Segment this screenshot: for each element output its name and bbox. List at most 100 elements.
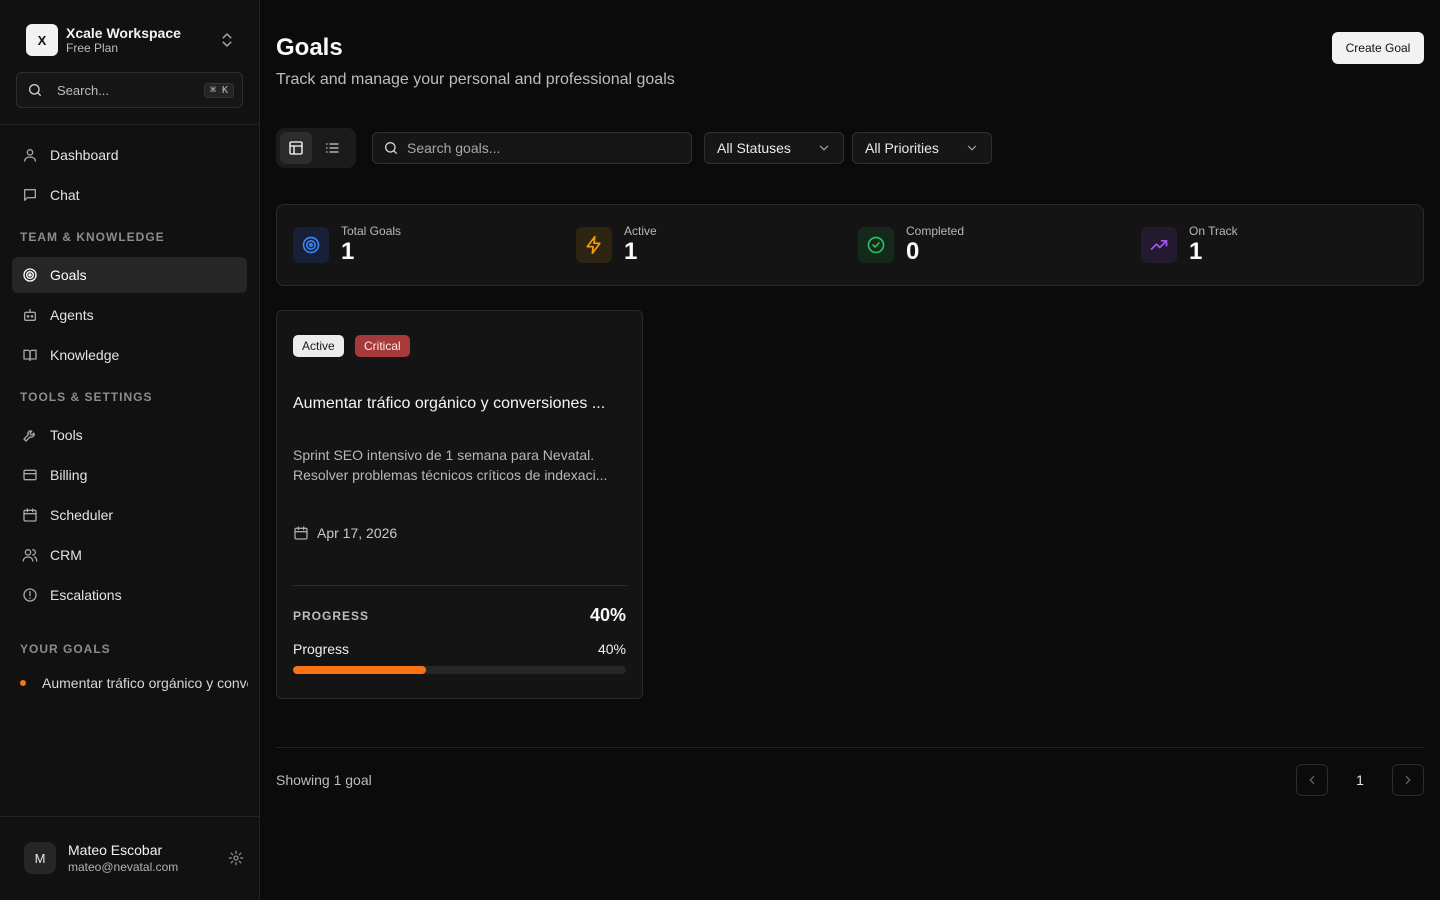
goal-card[interactable]: Active Critical Aumentar tráfico orgánic… (276, 310, 643, 699)
chevron-left-icon (1305, 773, 1319, 787)
priority-filter-value: All Priorities (865, 140, 939, 156)
grid-view-button[interactable] (280, 132, 312, 164)
stat-text: On Track 1 (1189, 224, 1238, 266)
stat-value: 0 (906, 238, 920, 265)
sidebar-search[interactable]: Search... ⌘ K (16, 72, 243, 108)
user-name: Mateo Escobar (68, 842, 163, 858)
chevron-right-icon (1401, 773, 1415, 787)
sidebar-item-label: Knowledge (50, 347, 120, 363)
stat-text: Completed 0 (906, 224, 964, 266)
goal-title: Aumentar tráfico orgánico y conversiones… (293, 395, 606, 412)
sidebar-item-billing[interactable]: Billing (12, 457, 247, 493)
stat-active: Active 1 (576, 223, 657, 267)
priority-filter-select[interactable]: All Priorities (852, 132, 992, 164)
gear-icon[interactable] (228, 850, 244, 866)
sidebar-item-dashboard[interactable]: Dashboard (12, 137, 247, 173)
sidebar: X Xcale Workspace Free Plan Search... ⌘ … (0, 0, 260, 900)
target-icon (293, 227, 329, 263)
stat-completed: Completed 0 (858, 223, 964, 267)
sidebar-item-label: Scheduler (50, 507, 114, 523)
stat-label: On Track (1189, 224, 1238, 238)
layout-grid-icon (288, 140, 304, 156)
stat-text: Total Goals 1 (341, 224, 401, 266)
avatar: M (24, 842, 56, 874)
chevron-down-icon (817, 141, 831, 155)
credit-card-icon (22, 467, 38, 483)
progress-bar (293, 666, 626, 674)
section-tools-settings: TOOLS & SETTINGS (20, 390, 153, 404)
sidebar-divider (0, 124, 259, 125)
page-subtitle: Track and manage your personal and profe… (276, 71, 675, 88)
sidebar-item-escalations[interactable]: Escalations (12, 577, 247, 613)
chat-icon (22, 187, 38, 203)
check-circle-icon (858, 227, 894, 263)
users-icon (22, 547, 38, 563)
sidebar-item-label: Agents (50, 307, 94, 323)
stat-label: Active (624, 224, 657, 238)
calendar-icon (22, 507, 38, 523)
search-icon (383, 140, 399, 156)
chevrons-up-down-icon[interactable] (218, 31, 236, 49)
sidebar-item-label: CRM (50, 547, 82, 563)
progress-bar-fill (293, 666, 427, 674)
wrench-icon (22, 427, 38, 443)
sidebar-item-crm[interactable]: CRM (12, 537, 247, 573)
status-filter-value: All Statuses (717, 140, 791, 156)
progress-value: 40% (597, 641, 626, 657)
sidebar-item-scheduler[interactable]: Scheduler (12, 497, 247, 533)
section-your-goals: YOUR GOALS (20, 642, 111, 656)
stat-value: 1 (1189, 238, 1203, 265)
status-filter-select[interactable]: All Statuses (704, 132, 844, 164)
stat-value: 1 (624, 238, 638, 265)
workspace-switcher[interactable]: X Xcale Workspace Free Plan (16, 20, 244, 60)
sidebar-item-chat[interactable]: Chat (12, 177, 247, 213)
stat-value: 1 (341, 238, 355, 265)
current-page[interactable]: 1 (1344, 764, 1376, 796)
sidebar-item-label: Goals (50, 267, 87, 283)
goal-due-date: Apr 17, 2026 (293, 525, 397, 541)
sidebar-item-goals[interactable]: Goals (12, 257, 247, 293)
progress-heading-value: 40% (589, 605, 626, 625)
user-icon (22, 147, 38, 163)
progress-label: Progress (293, 641, 350, 657)
sidebar-item-tools[interactable]: Tools (12, 417, 247, 453)
goal-search[interactable] (372, 132, 692, 164)
list-view-button[interactable] (316, 132, 348, 164)
goal-description: Sprint SEO intensivo de 1 semana para Ne… (293, 447, 608, 483)
footer-divider (276, 747, 1424, 748)
next-page-button[interactable] (1392, 764, 1424, 796)
sidebar-item-knowledge[interactable]: Knowledge (12, 337, 247, 373)
prev-page-button[interactable] (1296, 764, 1328, 796)
trending-up-icon (1141, 227, 1177, 263)
goal-search-input[interactable] (407, 140, 687, 156)
user-profile[interactable]: M Mateo Escobar mateo@nevatal.com (24, 836, 244, 880)
status-badge: Active (293, 335, 344, 357)
goal-status-dot (20, 680, 26, 686)
view-toggle (276, 128, 356, 168)
sidebar-search-placeholder: Search... (57, 82, 110, 98)
workspace-avatar: X (26, 24, 58, 56)
bot-icon (22, 307, 38, 323)
results-count: Showing 1 goal (276, 772, 372, 788)
sidebar-item-label: Billing (50, 467, 88, 483)
chevron-down-icon (965, 141, 979, 155)
sidebar-item-agents[interactable]: Agents (12, 297, 247, 333)
stat-text: Active 1 (624, 224, 657, 266)
goal-date-text: Apr 17, 2026 (317, 525, 398, 541)
search-shortcut: ⌘ K (203, 82, 234, 98)
sidebar-item-label: Escalations (50, 587, 122, 603)
create-goal-button[interactable]: Create Goal (1332, 32, 1424, 64)
calendar-icon (293, 525, 309, 541)
sidebar-item-label: Chat (50, 187, 80, 203)
stat-on-track: On Track 1 (1141, 223, 1238, 267)
list-icon (324, 140, 340, 156)
workspace-info: Xcale Workspace Free Plan (66, 25, 218, 55)
card-divider (293, 585, 627, 586)
stat-label: Total Goals (341, 224, 402, 238)
sidebar-footer-divider (0, 816, 259, 817)
sidebar-item-label: Dashboard (50, 147, 119, 163)
stats-panel: Total Goals 1 Active 1 Completed 0 On Tr… (276, 204, 1424, 286)
target-icon (22, 267, 38, 283)
search-icon (27, 82, 43, 98)
sidebar-goal-link[interactable]: Aumentar tráfico orgánico y conversiones (20, 672, 248, 694)
